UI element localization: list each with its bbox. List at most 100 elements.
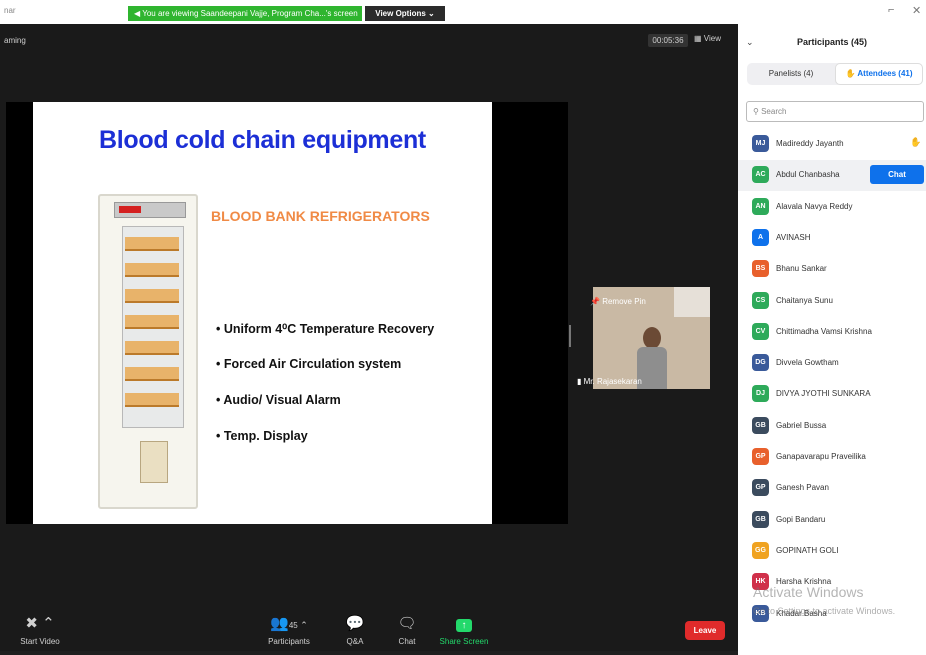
participant-name: Gopi Bandaru — [776, 514, 826, 524]
split-handle[interactable] — [569, 325, 571, 347]
avatar: GB — [752, 416, 769, 434]
speaker-icon: ◀ — [134, 9, 143, 18]
participant-name: Bhanu Sankar — [776, 264, 827, 274]
qa-button[interactable]: 💬 Q&A — [340, 613, 370, 646]
participants-button[interactable]: 👥45 ⌃ Participants — [262, 613, 316, 646]
participant-row[interactable]: AC Abdul Chanbasha Chat — [738, 160, 926, 192]
title-bar: nar ◀ You are viewing Saandeepani Vajje,… — [0, 0, 738, 24]
video-name: Mr. Rajasekaran — [583, 377, 642, 386]
share-screen-icon: ↑ — [456, 619, 472, 632]
participant-name: GOPINATH GOLI — [776, 545, 839, 555]
presentation-slide: Blood cold chain equipment BLOOD BANK RE… — [33, 102, 492, 524]
tab-attendees-label: Attendees (41) — [857, 69, 913, 78]
slide-bullet: • Uniform 4⁰C Temperature Recovery — [216, 322, 435, 336]
slide-subheading: BLOOD BANK REFRIGERATORS — [211, 208, 430, 224]
share-screen-label: Share Screen — [439, 637, 489, 646]
participant-row[interactable]: BS Bhanu Sankar — [738, 254, 926, 285]
chat-icon: 🗨 — [397, 615, 417, 632]
share-screen-button[interactable]: ↑ Share Screen — [436, 613, 492, 646]
avatar: MJ — [752, 135, 769, 152]
participant-name: Alavala Navya Reddy — [776, 201, 853, 211]
close-icon[interactable]: ✕ — [912, 4, 921, 17]
avatar: GP — [752, 479, 769, 497]
participant-name: DIVYA JYOTHI SUNKARA — [776, 389, 871, 399]
participants-panel: ⌐ ✕ ⌄ Participants (45) Panelists (4) ✋ … — [738, 0, 926, 655]
start-video-button[interactable]: ✖ ⌃ Start Video — [14, 613, 66, 646]
avatar: CV — [752, 322, 769, 340]
participant-row[interactable]: CS Chaitanya Sunu — [738, 286, 926, 317]
viewing-banner: ◀ You are viewing Saandeepani Vajje, Pro… — [128, 6, 362, 21]
meeting-toolbar: ✖ ⌃ Start Video 👥45 ⌃ Participants 💬 Q&A… — [0, 605, 738, 655]
avatar: AN — [752, 197, 769, 215]
window-title: nar — [4, 6, 16, 15]
viewing-banner-text: You are viewing Saandeepani Vajje, Progr… — [142, 9, 358, 18]
recording-label: aming — [4, 36, 26, 45]
view-button[interactable]: ▦ View — [694, 34, 721, 43]
slide-bullet: • Temp. Display — [216, 429, 308, 443]
start-video-label: Start Video — [20, 637, 60, 646]
slide-bullet: • Forced Air Circulation system — [216, 357, 402, 371]
participant-row[interactable]: GB Gabriel Bussa — [738, 411, 926, 442]
panel-title: Participants (45) — [796, 37, 868, 47]
leave-button[interactable]: Leave — [685, 621, 725, 640]
participant-row[interactable]: A AVINASH — [738, 223, 926, 254]
avatar: AC — [752, 166, 769, 184]
popout-icon[interactable]: ⌐ — [888, 4, 894, 16]
chat-label: Chat — [398, 637, 416, 646]
search-input[interactable]: ⚲ Search — [746, 101, 924, 122]
participants-count: 45 — [288, 621, 298, 630]
qa-icon: 💬 — [345, 615, 365, 632]
participant-row[interactable]: DJ DIVYA JYOTHI SUNKARA — [738, 379, 926, 410]
participant-name: Chittimadha Vamsi Krishna — [776, 326, 872, 336]
avatar: A — [752, 228, 769, 246]
refrigerator-image — [98, 194, 198, 509]
avatar: GB — [752, 510, 769, 528]
participant-row[interactable]: GG GOPINATH GOLI — [738, 536, 926, 567]
avatar: DJ — [752, 385, 769, 403]
video-off-icon: ✖ ⌃ — [25, 615, 55, 632]
avatar: BS — [752, 260, 769, 278]
activate-windows-watermark: Activate Windows — [753, 584, 864, 600]
meeting-timer: 00:05:36 — [648, 34, 688, 47]
participant-row[interactable]: DG Divvela Gowtham — [738, 348, 926, 379]
pin-label: Remove Pin — [602, 297, 646, 306]
participant-name: Ganesh Pavan — [776, 483, 829, 493]
participant-row[interactable]: GP Ganapavarapu Praveilika — [738, 442, 926, 473]
view-options-button[interactable]: View Options ⌄ — [365, 6, 445, 21]
bottom-edge — [0, 651, 738, 655]
participants-label: Participants — [268, 637, 310, 646]
participant-tabs: Panelists (4) ✋ Attendees (41) — [747, 63, 923, 85]
participant-name: AVINASH — [776, 232, 811, 242]
participant-row[interactable]: AN Alavala Navya Reddy — [738, 192, 926, 223]
participant-row[interactable]: GP Ganesh Pavan — [738, 473, 926, 504]
signal-icon: ▮ — [577, 377, 584, 386]
video-name-label: ▮ Mr. Rajasekaran — [577, 377, 642, 386]
participant-name: Chaitanya Sunu — [776, 295, 833, 305]
slide-bullet: • Audio/ Visual Alarm — [216, 393, 341, 407]
participant-row[interactable]: MJ Madireddy Jayanth ✋ — [738, 129, 926, 160]
avatar: GG — [752, 541, 769, 559]
remove-pin-button[interactable]: 📌 Remove Pin — [590, 297, 646, 306]
activate-windows-subtext: Go to Settings to activate Windows. — [753, 606, 896, 616]
grid-icon: ▦ — [694, 34, 704, 43]
slide-title: Blood cold chain equipment — [99, 126, 426, 154]
raised-hand-icon: ✋ — [910, 137, 922, 147]
pin-icon: 📌 — [590, 297, 603, 306]
avatar: DG — [752, 354, 769, 372]
view-button-label: View — [703, 34, 721, 43]
participant-name: Madireddy Jayanth — [776, 139, 844, 148]
search-icon: ⚲ — [753, 107, 762, 116]
search-placeholder: Search — [761, 107, 787, 116]
tab-attendees[interactable]: ✋ Attendees (41) — [835, 63, 923, 85]
participant-row[interactable]: GB Gopi Bandaru — [738, 505, 926, 536]
participant-row[interactable]: CV Chittimadha Vamsi Krishna — [738, 317, 926, 348]
avatar: CS — [752, 291, 769, 309]
participant-name: Gabriel Bussa — [776, 420, 827, 430]
tab-panelists[interactable]: Panelists (4) — [747, 63, 835, 85]
hand-icon: ✋ — [845, 69, 858, 78]
participant-name: Ganapavarapu Praveilika — [776, 452, 866, 461]
participant-name: Divvela Gowtham — [776, 358, 839, 368]
chat-with-participant-button[interactable]: Chat — [870, 165, 924, 185]
qa-label: Q&A — [346, 637, 364, 646]
chat-button[interactable]: 🗨 Chat — [392, 613, 422, 646]
